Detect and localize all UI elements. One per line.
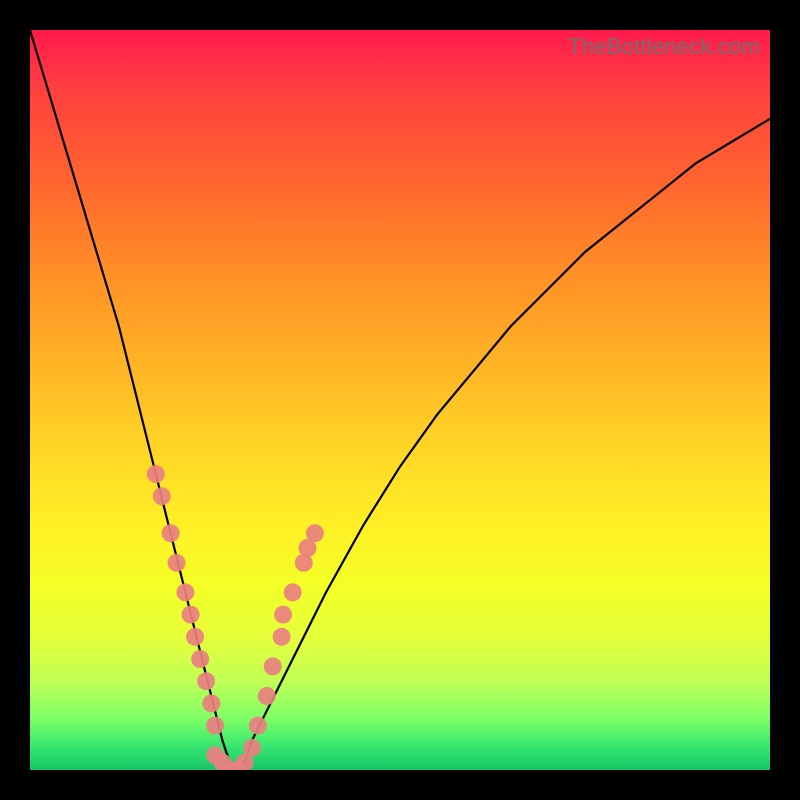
data-marker [249,717,267,735]
data-marker [206,717,224,735]
bottleneck-curve [30,30,770,770]
data-marker [274,606,292,624]
data-marker [162,524,180,542]
data-marker [182,606,200,624]
data-marker [153,487,171,505]
data-marker [147,465,165,483]
data-marker [186,628,204,646]
chart-frame: TheBottleneck.com [0,0,800,800]
data-marker [243,739,261,757]
marker-layer [147,465,324,770]
data-marker [176,583,194,601]
data-marker [306,524,324,542]
data-marker [197,672,215,690]
data-marker [168,554,186,572]
curve-path [30,30,770,770]
data-marker [273,628,291,646]
data-marker [258,687,276,705]
data-marker [191,650,209,668]
plot-area: TheBottleneck.com [30,30,770,770]
data-marker [264,657,282,675]
data-marker [284,583,302,601]
data-marker [202,694,220,712]
